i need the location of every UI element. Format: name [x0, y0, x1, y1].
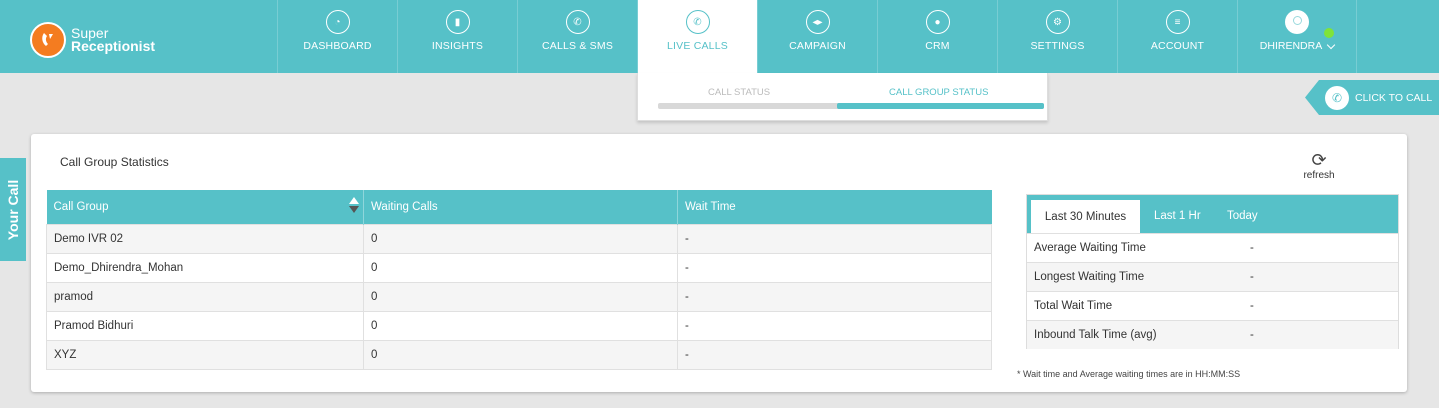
avatar	[1285, 10, 1309, 34]
click-to-call-button[interactable]: ✆ CLICK TO CALL	[1305, 80, 1439, 115]
stat-row: Total Wait Time -	[1027, 291, 1398, 320]
cell-waiting-calls: 0	[363, 310, 678, 341]
card-title: Call Group Statistics	[60, 155, 169, 169]
cell-waiting-calls: 0	[363, 252, 678, 283]
chevron-down-icon	[1326, 40, 1336, 49]
table-row: Demo IVR 02 0 -	[46, 223, 992, 254]
nav-campaign[interactable]: ◂▸ CAMPAIGN	[757, 0, 877, 73]
nav-label: INSIGHTS	[431, 40, 484, 52]
nav-label: LIVE CALLS	[667, 40, 728, 52]
cell-call-group: Demo IVR 02	[46, 223, 364, 254]
click-to-call-label: CLICK TO CALL	[1355, 91, 1433, 104]
nav-account[interactable]: ≡ ACCOUNT	[1117, 0, 1237, 73]
nav-label: CAMPAIGN	[789, 40, 846, 52]
call-group-statistics-card: Call Group Statistics ⟳ refresh Call Gro…	[31, 134, 1407, 392]
stat-row: Inbound Talk Time (avg) -	[1027, 320, 1398, 349]
nav-live-calls[interactable]: ✆ LIVE CALLS	[637, 0, 757, 74]
brand-logo[interactable]: Super Receptionist	[30, 22, 155, 58]
refresh-button[interactable]: ⟳ refresh	[1301, 150, 1337, 181]
column-header-call-group[interactable]: Call Group	[46, 190, 364, 224]
table-row: pramod 0 -	[46, 281, 992, 312]
phone-icon: ✆	[1325, 85, 1349, 110]
stat-label: Longest Waiting Time	[1034, 271, 1145, 283]
user-name: DHIRENDRA	[1259, 40, 1323, 52]
cell-wait-time: -	[677, 310, 992, 341]
column-header-wait-time: Wait Time	[677, 190, 992, 224]
stats-tab-bar: Last 30 Minutes Last 1 Hr Today	[1027, 195, 1398, 233]
cell-wait-time: -	[677, 281, 992, 312]
cell-waiting-calls: 0	[363, 339, 678, 370]
phone-icon: ✆	[565, 10, 590, 34]
stat-row: Longest Waiting Time -	[1027, 262, 1398, 291]
stat-value: -	[1250, 271, 1254, 283]
wait-time-stats-panel: Last 30 Minutes Last 1 Hr Today Average …	[1026, 194, 1399, 349]
stat-value: -	[1250, 242, 1254, 254]
list-icon: ≡	[1165, 10, 1190, 34]
nav-calls-sms[interactable]: ✆ CALLS & SMS	[517, 0, 637, 73]
tab-last-30-minutes[interactable]: Last 30 Minutes	[1031, 200, 1140, 233]
nav-insights[interactable]: ▮ INSIGHTS	[397, 0, 517, 73]
refresh-label: refresh	[1303, 170, 1335, 181]
chart-icon: ▮	[445, 10, 470, 34]
tab-last-1-hr[interactable]: Last 1 Hr	[1154, 210, 1201, 222]
main-nav: ◔ DASHBOARD ▮ INSIGHTS ✆ CALLS & SMS ✆ L…	[277, 0, 1357, 74]
tab-today[interactable]: Today	[1227, 210, 1258, 222]
table-row: Pramod Bidhuri 0 -	[46, 310, 992, 341]
nav-user-menu[interactable]: DHIRENDRA	[1237, 0, 1357, 73]
stat-row: Average Waiting Time -	[1027, 233, 1398, 262]
table-row: Demo_Dhirendra_Mohan 0 -	[46, 252, 992, 283]
cell-call-group: Demo_Dhirendra_Mohan	[46, 252, 364, 283]
refresh-icon: ⟳	[1311, 150, 1327, 170]
tab-call-status[interactable]: CALL STATUS	[708, 87, 770, 98]
subtab-indicator	[658, 103, 1044, 109]
cell-call-group: pramod	[46, 281, 364, 312]
cell-wait-time: -	[677, 223, 992, 254]
call-group-table: Call Group Waiting Calls Wait Time Demo …	[46, 190, 992, 370]
cell-waiting-calls: 0	[363, 281, 678, 312]
cell-waiting-calls: 0	[363, 223, 678, 254]
users-icon: ●	[925, 10, 950, 34]
stat-value: -	[1250, 329, 1254, 341]
stat-label: Average Waiting Time	[1034, 242, 1146, 254]
dashboard-icon: ◔	[325, 10, 350, 34]
your-call-label: Your Call	[5, 179, 22, 240]
table-row: XYZ 0 -	[46, 339, 992, 370]
cell-wait-time: -	[677, 339, 992, 370]
live-call-icon: ✆	[685, 10, 710, 34]
column-header-waiting-calls: Waiting Calls	[363, 190, 678, 224]
live-calls-subtabs: CALL STATUS CALL GROUP STATUS	[637, 73, 1048, 121]
nav-label: ACCOUNT	[1150, 40, 1205, 52]
gear-icon: ⚙	[1045, 10, 1070, 34]
nav-dashboard[interactable]: ◔ DASHBOARD	[277, 0, 397, 73]
nav-label: CALLS & SMS	[541, 40, 614, 52]
sort-icon[interactable]	[349, 197, 359, 215]
online-status-dot	[1324, 28, 1334, 38]
megaphone-icon: ◂▸	[805, 10, 830, 34]
top-nav-bar: Super Receptionist ◔ DASHBOARD ▮ INSIGHT…	[0, 0, 1439, 74]
cell-call-group: Pramod Bidhuri	[46, 310, 364, 341]
time-format-note: * Wait time and Average waiting times ar…	[1017, 369, 1241, 379]
cell-call-group: XYZ	[46, 339, 364, 370]
nav-label: CRM	[925, 40, 950, 52]
nav-label: DASHBOARD	[303, 40, 372, 52]
stat-label: Inbound Talk Time (avg)	[1034, 329, 1157, 341]
stats-rows: Average Waiting Time - Longest Waiting T…	[1027, 233, 1398, 349]
brand-line-2: Receptionist	[71, 38, 156, 54]
logo-icon	[30, 22, 66, 58]
stat-value: -	[1250, 300, 1254, 312]
cell-wait-time: -	[677, 252, 992, 283]
tab-call-group-status[interactable]: CALL GROUP STATUS	[889, 87, 988, 98]
nav-label: SETTINGS	[1030, 40, 1085, 52]
nav-settings[interactable]: ⚙ SETTINGS	[997, 0, 1117, 73]
stat-label: Total Wait Time	[1034, 300, 1113, 312]
your-call-side-tab[interactable]: Your Call	[0, 158, 26, 261]
nav-crm[interactable]: ● CRM	[877, 0, 997, 73]
